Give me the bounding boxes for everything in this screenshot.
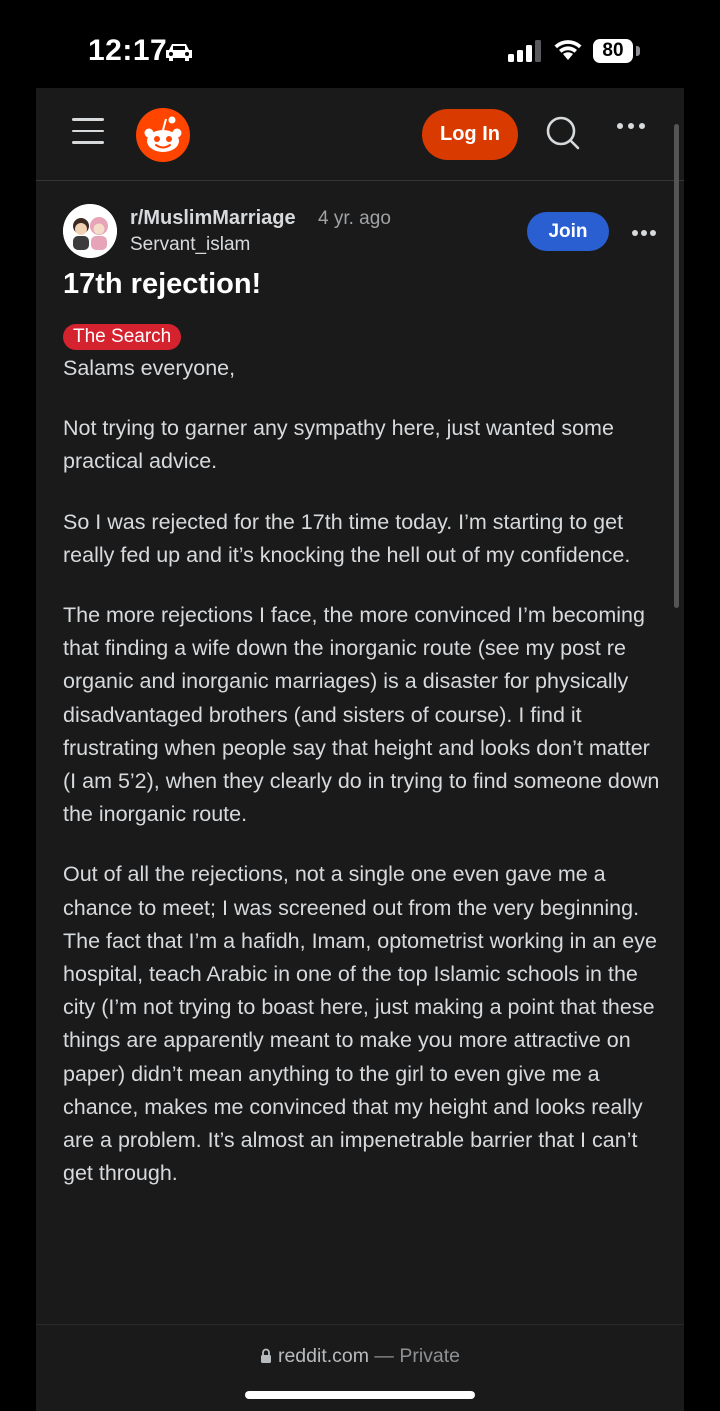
browser-viewport: Log In r/MuslimMarriage 4 yr. ago Servan… (36, 88, 684, 1411)
post-title[interactable]: 17th rejection! (63, 268, 261, 301)
car-icon (166, 44, 192, 61)
join-button[interactable]: Join (527, 212, 609, 251)
home-indicator[interactable] (245, 1391, 475, 1399)
status-bar: 12:17 80 (0, 0, 720, 88)
post-flair[interactable]: The Search (63, 324, 182, 350)
post-header: r/MuslimMarriage 4 yr. ago Servant_islam… (63, 204, 663, 264)
search-icon[interactable] (545, 115, 581, 151)
browser-url-bar[interactable]: reddit.com — Private (36, 1324, 684, 1411)
more-options-icon[interactable] (616, 122, 646, 130)
login-button[interactable]: Log In (422, 109, 518, 160)
wifi-icon (554, 40, 582, 60)
signal-icon (508, 40, 541, 62)
url-privacy-label: — Private (374, 1345, 461, 1367)
post-paragraph: Salams everyone, (63, 356, 236, 380)
url-domain: reddit.com (277, 1345, 369, 1367)
top-navbar: Log In (36, 88, 684, 181)
subreddit-avatar[interactable] (63, 204, 117, 258)
subreddit-name[interactable]: r/MuslimMarriage (130, 207, 296, 230)
status-time: 12:17 (88, 34, 168, 67)
post-author[interactable]: Servant_islam (130, 234, 250, 256)
post-paragraph: So I was rejected for the 17th time toda… (63, 509, 631, 567)
post-body: Salams everyone, Not trying to garner an… (63, 352, 663, 1217)
post-paragraph: The more rejections I face, the more con… (63, 603, 660, 827)
lock-icon (260, 1348, 271, 1363)
hamburger-menu-icon[interactable] (72, 118, 104, 146)
battery-indicator: 80 (593, 39, 633, 63)
post-paragraph: Out of all the rejections, not a single … (63, 862, 657, 1186)
scrollbar[interactable] (674, 124, 679, 608)
post-more-options-icon[interactable] (631, 229, 657, 237)
battery-nub (636, 46, 640, 56)
url-display[interactable]: reddit.com — Private (36, 1345, 684, 1368)
post-paragraph: Not trying to garner any sympathy here, … (63, 416, 614, 474)
reddit-logo-icon[interactable] (136, 108, 190, 162)
post-age: 4 yr. ago (318, 208, 391, 229)
